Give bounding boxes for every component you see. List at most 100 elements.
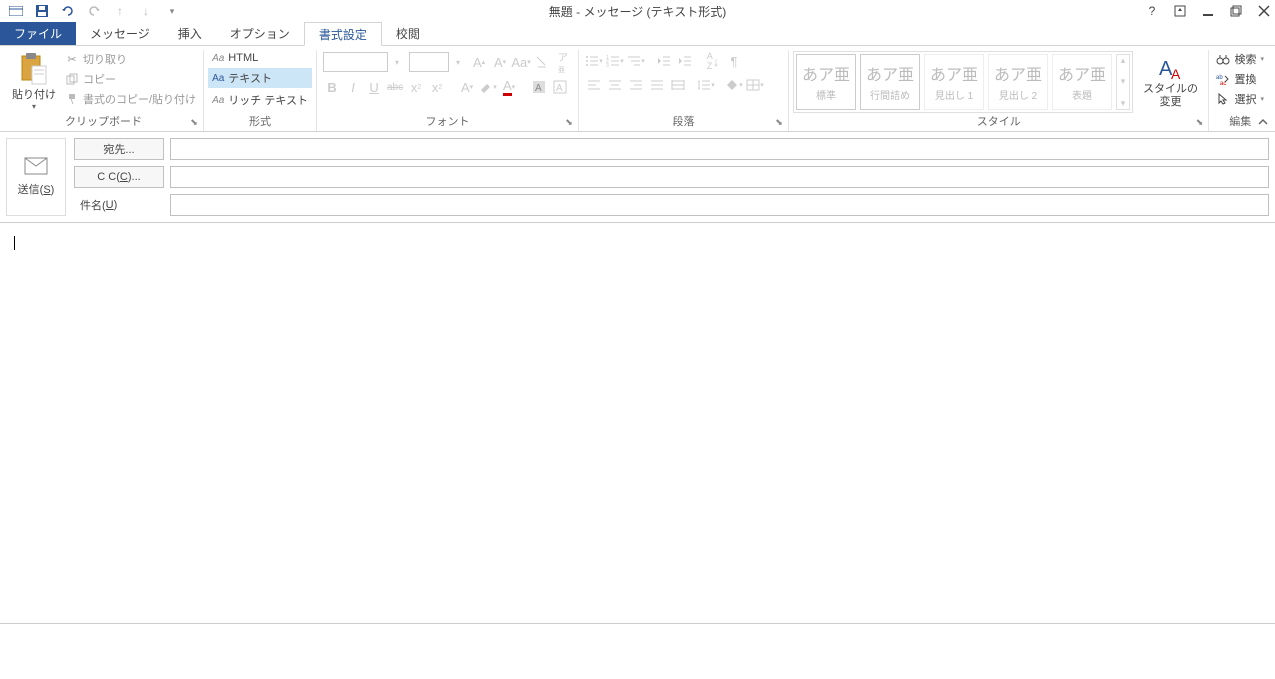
window-icon[interactable] — [8, 3, 24, 19]
find-button[interactable]: 検索 ▾ — [1213, 50, 1267, 68]
minimize-icon[interactable] — [1201, 4, 1215, 18]
subject-label: 件名(U) — [74, 194, 164, 216]
gallery-scroll[interactable]: ▴ ▾ ▾ — [1116, 54, 1130, 110]
window-title: 無題 - メッセージ (テキスト形式) — [549, 3, 726, 20]
distributed-icon[interactable] — [669, 76, 687, 94]
justify-icon[interactable] — [648, 76, 666, 94]
chevron-down-icon: ▾ — [32, 102, 36, 111]
superscript-icon[interactable]: x2 — [428, 78, 446, 96]
style-normal[interactable]: あア亜 標準 — [796, 54, 856, 110]
subscript-icon[interactable]: x2 — [407, 78, 425, 96]
numbering-icon[interactable]: 123▾ — [606, 52, 624, 70]
align-left-icon[interactable] — [585, 76, 603, 94]
phonetic-guide-icon[interactable]: ア亜 — [554, 53, 572, 71]
style-no-spacing[interactable]: あア亜 行間詰め — [860, 54, 920, 110]
format-html-button[interactable]: Aa HTML — [208, 50, 312, 66]
decrease-indent-icon[interactable] — [655, 52, 673, 70]
style-heading2[interactable]: あア亜 見出し 2 — [988, 54, 1048, 110]
paste-button[interactable]: 貼り付け ▾ — [8, 50, 60, 113]
font-color-icon[interactable]: A▾ — [500, 78, 518, 96]
multilevel-list-icon[interactable]: ▾ — [627, 52, 645, 70]
replace-button[interactable]: abac 置換 — [1213, 70, 1267, 88]
align-center-icon[interactable] — [606, 76, 624, 94]
align-right-icon[interactable] — [627, 76, 645, 94]
message-body[interactable] — [0, 223, 1275, 623]
prev-item-icon[interactable]: ↑ — [112, 3, 128, 19]
aa-icon: Aa — [212, 95, 224, 106]
send-button[interactable]: 送信(S) — [6, 138, 66, 216]
help-icon[interactable]: ? — [1145, 4, 1159, 18]
qat-customize-icon[interactable]: ▾ — [164, 3, 180, 19]
clear-formatting-icon[interactable] — [533, 53, 551, 71]
tab-insert[interactable]: 挿入 — [164, 22, 216, 45]
font-name-input[interactable] — [323, 52, 388, 72]
maximize-icon[interactable] — [1229, 4, 1243, 18]
chevron-down-icon[interactable]: ▾ — [449, 53, 467, 71]
style-title[interactable]: あア亜 表題 — [1052, 54, 1112, 110]
to-button[interactable]: 宛先... — [74, 138, 164, 160]
tab-format[interactable]: 書式設定 — [304, 22, 382, 46]
dialog-launcher-icon[interactable]: ⬊ — [1194, 117, 1204, 127]
scroll-up-icon[interactable]: ▴ — [1121, 55, 1126, 66]
title-bar: ↑ ↓ ▾ 無題 - メッセージ (テキスト形式) ? — [0, 0, 1275, 22]
tab-options[interactable]: オプション — [216, 22, 304, 45]
strikethrough-icon[interactable]: abc — [386, 78, 404, 96]
svg-text:A: A — [535, 83, 542, 94]
ribbon-display-icon[interactable] — [1173, 4, 1187, 18]
cc-button[interactable]: C C(C)... — [74, 166, 164, 188]
cut-label: 切り取り — [83, 51, 127, 67]
dialog-launcher-icon[interactable]: ⬊ — [564, 117, 574, 127]
svg-text:A: A — [556, 83, 563, 94]
close-icon[interactable] — [1257, 4, 1271, 18]
next-item-icon[interactable]: ↓ — [138, 3, 154, 19]
change-styles-button[interactable]: AA スタイルの 変更 — [1139, 53, 1202, 109]
italic-icon[interactable]: I — [344, 78, 362, 96]
aa-icon: Aa — [212, 73, 224, 84]
increase-indent-icon[interactable] — [676, 52, 694, 70]
scissors-icon: ✂ — [65, 52, 79, 66]
chevron-down-icon[interactable]: ▾ — [388, 53, 406, 71]
style-heading1[interactable]: あア亜 見出し 1 — [924, 54, 984, 110]
sort-icon[interactable]: AZ↓ — [704, 52, 722, 70]
redo-icon[interactable] — [86, 3, 102, 19]
ribbon: 貼り付け ▾ ✂ 切り取り コピー 書式のコピー/貼り付け クリップボード — [0, 46, 1275, 132]
dialog-launcher-icon[interactable]: ⬊ — [774, 117, 784, 127]
scroll-down-icon[interactable]: ▾ — [1121, 76, 1126, 87]
dialog-launcher-icon[interactable]: ⬊ — [189, 117, 199, 127]
select-button[interactable]: 選択 ▾ — [1213, 90, 1267, 108]
line-spacing-icon[interactable]: ▾ — [697, 76, 715, 94]
chevron-down-icon: ▾ — [1260, 55, 1264, 63]
grow-font-icon[interactable]: A▴ — [470, 53, 488, 71]
format-painter-button[interactable]: 書式のコピー/貼り付け — [62, 90, 199, 108]
bullets-icon[interactable]: ▾ — [585, 52, 603, 70]
shrink-font-icon[interactable]: A▾ — [491, 53, 509, 71]
group-font: ▾ ▾ A▴ A▾ Aa▾ ア亜 B I U abc — [317, 50, 579, 131]
copy-button[interactable]: コピー — [62, 70, 199, 88]
underline-icon[interactable]: U — [365, 78, 383, 96]
chevron-down-icon: ▾ — [1260, 95, 1264, 103]
format-rich-button[interactable]: Aa リッチ テキスト — [208, 90, 312, 110]
bold-icon[interactable]: B — [323, 78, 341, 96]
enclose-char-icon[interactable]: A — [551, 78, 569, 96]
copy-label: コピー — [83, 71, 116, 87]
text-effects-icon[interactable]: A▾ — [458, 78, 476, 96]
save-icon[interactable] — [34, 3, 50, 19]
gallery-more-icon[interactable]: ▾ — [1121, 98, 1126, 109]
collapse-ribbon-icon[interactable] — [1257, 116, 1269, 128]
subject-input[interactable] — [170, 194, 1269, 216]
undo-icon[interactable] — [60, 3, 76, 19]
borders-icon[interactable]: ▾ — [746, 76, 764, 94]
tab-review[interactable]: 校閲 — [382, 22, 434, 45]
change-case-icon[interactable]: Aa▾ — [512, 53, 530, 71]
tab-file[interactable]: ファイル — [0, 22, 76, 45]
show-marks-icon[interactable]: ¶ — [725, 52, 743, 70]
cc-input[interactable] — [170, 166, 1269, 188]
char-shading-icon[interactable]: A — [530, 78, 548, 96]
shading-icon[interactable]: ▾ — [725, 76, 743, 94]
to-input[interactable] — [170, 138, 1269, 160]
font-size-input[interactable] — [409, 52, 449, 72]
tab-message[interactable]: メッセージ — [76, 22, 164, 45]
format-text-button[interactable]: Aa テキスト — [208, 68, 312, 88]
highlight-icon[interactable]: ▾ — [479, 78, 497, 96]
cut-button[interactable]: ✂ 切り取り — [62, 50, 199, 68]
